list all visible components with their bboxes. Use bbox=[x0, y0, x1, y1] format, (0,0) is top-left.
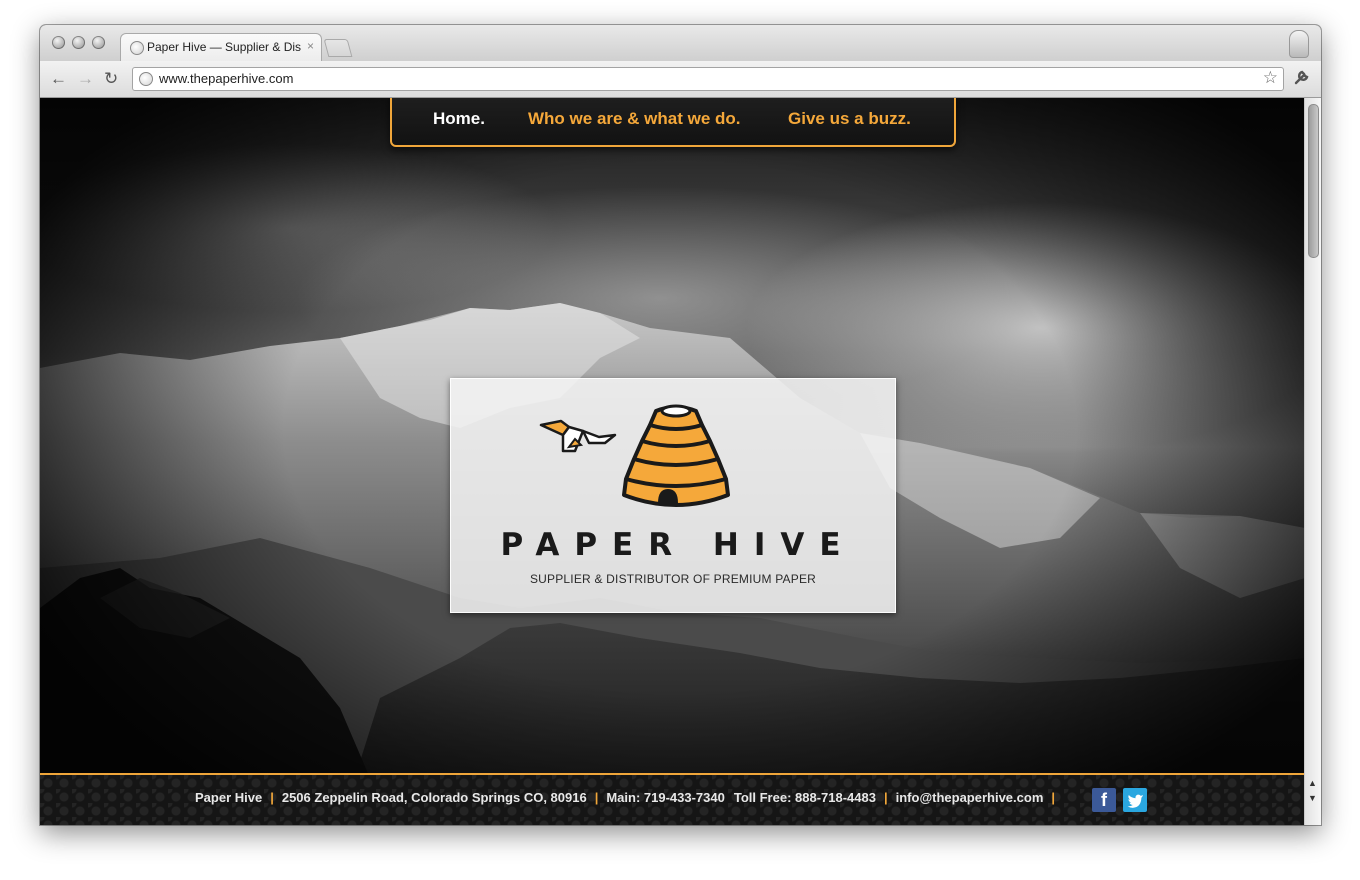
scrollbar-thumb[interactable] bbox=[1308, 104, 1319, 258]
footer-separator: | bbox=[270, 790, 274, 805]
footer-separator: | bbox=[594, 790, 599, 805]
close-window-button[interactable] bbox=[52, 36, 65, 49]
globe-icon bbox=[130, 41, 144, 55]
title-bar: Paper Hive — Supplier & Distributor of P… bbox=[40, 25, 1321, 62]
browser-window: Paper Hive — Supplier & Distributor of P… bbox=[40, 25, 1321, 825]
footer-separator: | bbox=[883, 790, 888, 805]
zoom-window-button[interactable] bbox=[92, 36, 105, 49]
footer-contact-line: Paper Hive | 2506 Zeppelin Road, Colorado … bbox=[195, 790, 1063, 805]
footer-toll-free: Toll Free: 888-718-4483 bbox=[733, 790, 876, 805]
vertical-scrollbar[interactable]: ▲ ▼ bbox=[1304, 98, 1321, 825]
page-viewport: Home. Who we are & what we do. Give us a… bbox=[40, 98, 1305, 825]
browser-tab[interactable]: Paper Hive — Supplier & Distributor of P… bbox=[120, 33, 322, 62]
scroll-up-arrow[interactable]: ▲ bbox=[1308, 778, 1317, 788]
nav-contact-link[interactable]: Give us a buzz. bbox=[788, 109, 911, 129]
address-url[interactable]: www.thepaperhive.com bbox=[159, 71, 293, 86]
profile-icon[interactable] bbox=[1289, 30, 1309, 58]
browser-toolbar: ← → ↻ www.thepaperhive.com ☆ bbox=[40, 61, 1321, 98]
tab-close-icon[interactable]: × bbox=[307, 39, 314, 53]
address-bar[interactable]: www.thepaperhive.com ☆ bbox=[132, 67, 1284, 91]
bookmark-star-icon[interactable]: ☆ bbox=[1263, 68, 1278, 88]
reload-icon[interactable]: ↻ bbox=[104, 69, 118, 89]
nav-home-link[interactable]: Home. bbox=[433, 109, 485, 129]
footer-company: Paper Hive bbox=[195, 790, 263, 805]
hive-logo-icon bbox=[622, 404, 730, 507]
facebook-icon[interactable]: f bbox=[1092, 788, 1116, 812]
brand-name: PAPER HIVE bbox=[500, 527, 856, 563]
brand-tagline: SUPPLIER & DISTRIBUTOR OF PREMIUM PAPER bbox=[529, 572, 817, 586]
footer-address: 2506 Zeppelin Road, Colorado Springs CO,… bbox=[281, 790, 587, 805]
twitter-bird-glyph bbox=[1127, 794, 1143, 808]
logo-card: PAPER HIVE SUPPLIER & DISTRIBUTOR OF PRE… bbox=[450, 378, 896, 613]
globe-icon bbox=[139, 72, 153, 86]
wrench-icon[interactable] bbox=[1293, 68, 1311, 91]
forward-arrow-icon[interactable]: → bbox=[77, 69, 94, 89]
nav-who-we-are-link[interactable]: Who we are & what we do. bbox=[528, 109, 741, 129]
footer-main-phone: Main: 719-433-7340 bbox=[606, 790, 725, 805]
back-arrow-icon[interactable]: ← bbox=[50, 69, 67, 89]
scroll-down-arrow[interactable]: ▼ bbox=[1308, 793, 1317, 803]
minimize-window-button[interactable] bbox=[72, 36, 85, 49]
twitter-icon[interactable] bbox=[1123, 788, 1147, 812]
footer-email-link[interactable]: info@thepaperhive.com bbox=[896, 790, 1044, 805]
site-footer: Paper Hive | 2506 Zeppelin Road, Colorado … bbox=[40, 773, 1305, 825]
footer-separator: | bbox=[1051, 790, 1056, 805]
new-tab-button[interactable] bbox=[323, 39, 353, 57]
wrench-glyph bbox=[1294, 70, 1309, 85]
paper-bird-icon bbox=[539, 419, 617, 453]
site-navigation: Home. Who we are & what we do. Give us a… bbox=[390, 98, 956, 147]
tab-title: Paper Hive — Supplier & Distributor of P… bbox=[147, 40, 301, 54]
